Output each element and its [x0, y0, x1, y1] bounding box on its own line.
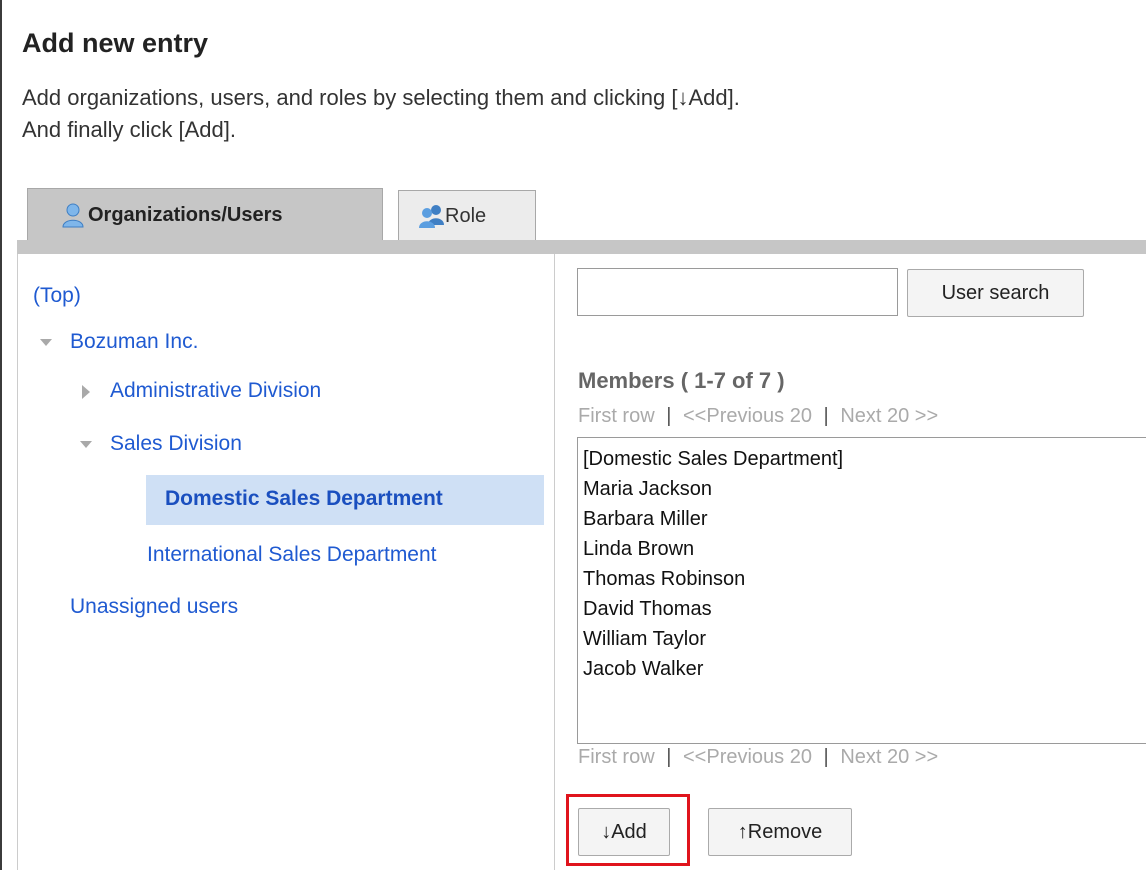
tab-bar-underline [17, 240, 1146, 254]
list-item[interactable]: Maria Jackson [583, 474, 1146, 504]
user-search-button[interactable]: User search [907, 269, 1084, 317]
tab-role[interactable]: Role [398, 190, 536, 241]
pager-separator: | [823, 405, 829, 427]
pager-separator: | [666, 746, 672, 768]
list-item[interactable]: David Thomas [583, 594, 1146, 624]
tree-node-domestic-sales[interactable]: Domestic Sales Department [165, 487, 443, 511]
add-button[interactable]: ↓Add [578, 808, 670, 856]
page-title: Add new entry [22, 28, 209, 58]
list-item[interactable]: Jacob Walker [583, 654, 1146, 684]
window-left-border [0, 0, 2, 870]
tree-node-international-sales[interactable]: International Sales Department [147, 543, 437, 567]
pager-first-row: First row [578, 405, 655, 427]
role-icon [417, 203, 444, 229]
members-count-title: Members ( 1-7 of 7 ) [578, 368, 785, 393]
page-description: Add organizations, users, and roles by s… [22, 82, 740, 146]
tree-top-link[interactable]: (Top) [33, 284, 81, 308]
list-item[interactable]: William Taylor [583, 624, 1146, 654]
pager-first-row: First row [578, 746, 655, 768]
pager-next: Next 20 >> [840, 405, 939, 427]
members-listbox[interactable]: [Domestic Sales Department] Maria Jackso… [577, 437, 1146, 744]
remove-button[interactable]: ↑Remove [708, 808, 852, 856]
expanded-triangle-icon[interactable] [80, 441, 92, 448]
list-item[interactable]: Thomas Robinson [583, 564, 1146, 594]
pager-previous: <<Previous 20 [683, 405, 812, 427]
list-item[interactable]: Linda Brown [583, 534, 1146, 564]
description-line-2: And finally click [Add]. [22, 117, 236, 142]
tree-node-sales-division[interactable]: Sales Division [110, 432, 242, 456]
pager-next: Next 20 >> [840, 746, 939, 768]
tab-organizations-users[interactable]: Organizations/Users [27, 188, 383, 241]
pager-previous: <<Previous 20 [683, 746, 812, 768]
pager-bottom: First row | <<Previous 20 | Next 20 >> [578, 746, 938, 769]
expanded-triangle-icon[interactable] [40, 339, 52, 346]
tab-organizations-users-label: Organizations/Users [88, 203, 283, 226]
pager-top: First row | <<Previous 20 | Next 20 >> [578, 405, 938, 428]
list-item[interactable]: Barbara Miller [583, 504, 1146, 534]
user-icon [60, 202, 86, 228]
tree-node-bozuman[interactable]: Bozuman Inc. [70, 330, 198, 354]
pager-separator: | [823, 746, 829, 768]
tree-node-administrative-division[interactable]: Administrative Division [110, 379, 321, 403]
user-search-input[interactable] [577, 268, 898, 316]
pager-separator: | [666, 405, 672, 427]
description-line-1: Add organizations, users, and roles by s… [22, 85, 740, 110]
tree-node-unassigned-users[interactable]: Unassigned users [70, 595, 238, 619]
list-item[interactable]: [Domestic Sales Department] [583, 444, 1146, 474]
tab-role-label: Role [445, 204, 487, 227]
collapsed-triangle-icon[interactable] [82, 385, 90, 399]
